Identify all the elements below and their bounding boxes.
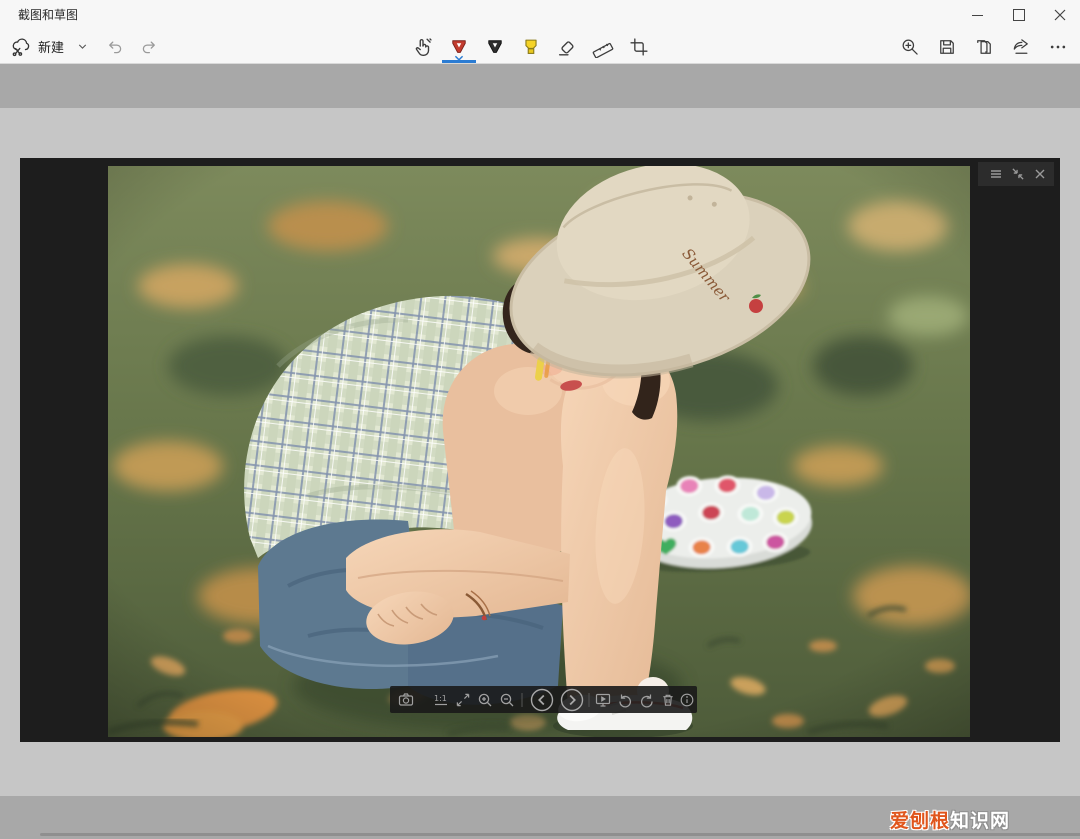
rotate-right-icon [639,692,655,708]
actual-size-1-1-icon: 1:1 [433,692,449,708]
photo-illustration: Summer [108,166,970,737]
pencil-tool[interactable] [477,30,513,63]
zoom-icon [900,37,920,57]
viewer-menu-button[interactable] [989,167,1003,181]
redo-button[interactable] [134,30,164,63]
selected-tool-underline [442,60,476,63]
menu-icon [989,167,1003,181]
undo-button[interactable] [100,30,130,63]
camera-icon [398,692,414,708]
delete-icon [661,692,676,707]
zoom-button[interactable] [891,30,928,63]
crop-icon [629,37,649,57]
ballpoint-pen-icon [449,37,469,57]
viewer-close-button[interactable] [1034,168,1046,180]
titlebar: 截图和草图 [0,0,1080,30]
redo-icon [140,38,158,56]
toolbar-separator [589,693,590,707]
previous-icon [530,688,554,712]
ballpoint-pen-tool[interactable] [441,30,477,63]
share-button[interactable] [1002,30,1039,63]
rotate-right-button[interactable] [639,692,655,708]
viewer-close-icon [1034,168,1046,180]
snip-sketch-window: 截图和草图 新建 [0,0,1080,839]
camera-button[interactable] [398,692,414,708]
ruler-tool[interactable] [585,30,621,63]
zoom-in-button[interactable] [477,692,493,708]
share-icon [1011,37,1031,57]
eraser-tool[interactable] [549,30,585,63]
delete-button[interactable] [661,692,676,707]
next-icon [560,688,584,712]
viewer-bottombar: 1:1 [390,686,697,713]
new-snip-button[interactable]: 新建 [6,30,68,63]
highlighter-icon [520,36,542,58]
snipped-image: Summer [20,158,1060,742]
highlighter-tool[interactable] [513,30,549,63]
window-title: 截图和草图 [18,0,78,30]
close-icon [1054,9,1066,21]
zoom-out-button[interactable] [499,692,515,708]
zoom-out-icon [499,692,515,708]
rotate-left-button[interactable] [617,692,633,708]
canvas-top-band [0,64,1080,108]
horizontal-scrollbar[interactable] [40,833,1080,836]
next-button[interactable] [560,688,584,712]
undo-icon [106,38,124,56]
maximize-button[interactable] [998,0,1039,30]
more-button[interactable] [1039,30,1076,63]
pencil-icon [485,37,505,57]
chevron-down-icon [76,40,89,53]
previous-button[interactable] [530,688,554,712]
eraser-icon [556,36,578,58]
slideshow-button[interactable] [595,692,611,708]
slideshow-icon [595,692,611,708]
new-snip-label: 新建 [38,37,64,56]
bottom-band: 爱刨根知识网 [0,796,1080,839]
close-button[interactable] [1039,0,1080,30]
watermark: 爱刨根知识网 [890,806,1010,833]
copy-button[interactable] [965,30,1002,63]
fit-screen-icon [456,692,471,707]
zoom-in-icon [477,692,493,708]
new-snip-icon [10,36,31,57]
copy-icon [974,37,994,57]
watermark-rest: 知识网 [950,811,1010,832]
watermark-highlight: 爱刨根 [890,811,950,832]
photo-content: Summer [108,166,970,737]
crop-tool[interactable] [621,30,657,63]
info-button[interactable] [680,692,695,707]
touch-writing-icon [412,36,434,58]
touch-writing-tool[interactable] [405,30,441,63]
toolbar: 新建 [0,30,1080,64]
fit-screen-button[interactable] [456,692,471,707]
info-icon [680,692,695,707]
save-button[interactable] [928,30,965,63]
minimize-icon [972,15,983,16]
ruler-icon [592,36,614,58]
new-snip-dropdown-button[interactable] [70,30,94,63]
viewer-collapse-button[interactable] [1012,168,1025,181]
toolbar-separator [522,693,523,707]
more-icon [1048,37,1068,57]
svg-text:1:1: 1:1 [434,694,447,703]
window-controls [957,0,1080,30]
rotate-left-icon [617,692,633,708]
maximize-icon [1013,9,1025,21]
save-icon [937,37,957,57]
actual-size-button[interactable]: 1:1 [433,692,449,708]
viewer-topbar [978,162,1054,186]
collapse-icon [1012,168,1025,181]
minimize-button[interactable] [957,0,998,30]
